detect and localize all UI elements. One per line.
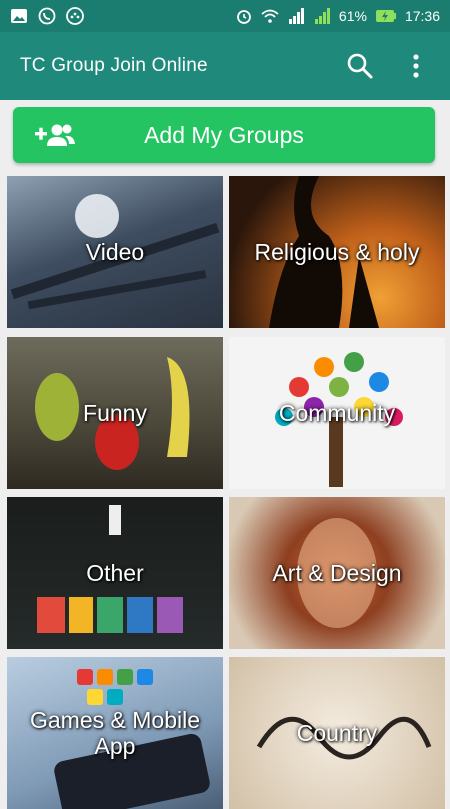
category-tile-games-mobile[interactable]: Games & Mobile App — [7, 657, 223, 809]
category-label: Art & Design — [272, 560, 402, 586]
category-tile-other[interactable]: Other — [7, 497, 223, 649]
category-label: Religious & holy — [254, 239, 420, 265]
category-label: Community — [278, 400, 396, 426]
category-label: Other — [86, 560, 144, 586]
category-tile-video[interactable]: Video — [7, 176, 223, 328]
category-tile-art-design[interactable]: Art & Design — [229, 497, 445, 649]
category-tile-community[interactable]: Community — [229, 337, 445, 489]
category-tile-funny[interactable]: Funny — [7, 337, 223, 489]
category-label: Funny — [83, 400, 147, 426]
category-grid: Video Religious & holy Funny Community O… — [0, 0, 450, 809]
category-label: Video — [85, 239, 145, 265]
category-tile-religious[interactable]: Religious & holy — [229, 176, 445, 328]
category-tile-country[interactable]: Country — [229, 657, 445, 809]
category-label: Country — [296, 720, 378, 746]
category-label: Games & Mobile App — [29, 707, 200, 759]
